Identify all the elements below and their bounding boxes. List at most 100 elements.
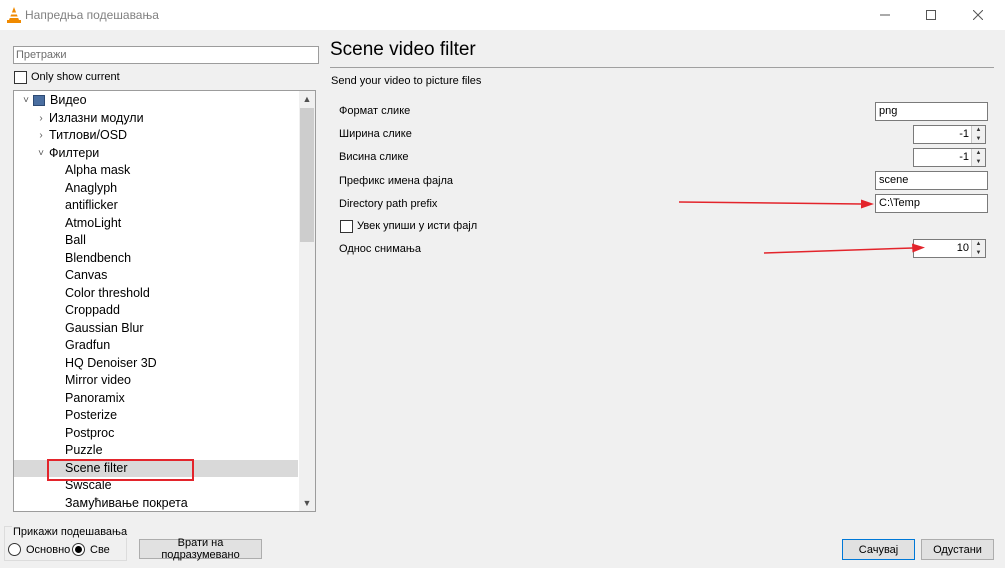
tree-item[interactable]: Anaglyph bbox=[14, 180, 298, 197]
radio-basic-label: Основно bbox=[26, 544, 71, 556]
radio-basic[interactable] bbox=[8, 543, 21, 556]
image-width-value: -1 bbox=[959, 128, 969, 140]
tree-item[interactable]: Gaussian Blur bbox=[14, 320, 298, 337]
always-same-file-label: Увек упиши у исти фајл bbox=[357, 220, 478, 232]
always-same-file-checkbox[interactable] bbox=[340, 220, 353, 233]
tree-item-label: Замућивање покрета bbox=[65, 495, 188, 510]
search-input[interactable] bbox=[13, 46, 319, 64]
tree-item[interactable]: Gradfun bbox=[14, 337, 298, 354]
tree-item[interactable]: Canvas bbox=[14, 267, 298, 284]
tree-item-label: AtmoLight bbox=[65, 215, 122, 230]
tree-item-label: Alpha mask bbox=[65, 163, 131, 177]
image-height-spinbox[interactable]: -1 ▲ ▼ bbox=[913, 148, 986, 167]
tree-item-label: Видео bbox=[50, 93, 87, 107]
recording-ratio-label: Однос снимања bbox=[339, 243, 421, 255]
tree-item-label: Panoramix bbox=[65, 390, 125, 405]
show-settings-legend: Прикажи подешавања bbox=[12, 526, 129, 538]
tree-item-label: HQ Denoiser 3D bbox=[65, 355, 157, 370]
tree-item-label: Излазни модули bbox=[49, 110, 144, 125]
only-show-current-checkbox[interactable] bbox=[14, 71, 27, 84]
chevron-down-icon[interactable]: ˅ bbox=[35, 145, 47, 162]
tree-item-label: Титлови/OSD bbox=[49, 128, 128, 142]
title-divider bbox=[330, 67, 994, 68]
tree-item-label: antiflicker bbox=[65, 198, 118, 212]
close-icon[interactable] bbox=[955, 0, 1001, 30]
tree-item[interactable]: HQ Denoiser 3D bbox=[14, 355, 298, 372]
image-width-label: Ширина слике bbox=[339, 128, 412, 140]
scroll-down-icon[interactable]: ▼ bbox=[299, 495, 315, 511]
tree-item[interactable]: ˅ Филтери bbox=[14, 145, 298, 162]
tree-item-label: Swscale bbox=[65, 478, 112, 492]
tree-scrollbar[interactable]: ▲ ▼ bbox=[299, 91, 315, 511]
spin-up-icon[interactable]: ▲ bbox=[972, 240, 985, 248]
panel-subtitle: Send your video to picture files bbox=[331, 75, 482, 87]
tree-item[interactable]: Mirror video bbox=[14, 372, 298, 389]
reset-defaults-button[interactable]: Врати на подразумевано bbox=[139, 537, 262, 561]
minimize-icon[interactable] bbox=[862, 0, 908, 30]
tree-item-label: Mirror video bbox=[65, 373, 131, 387]
spin-down-icon[interactable]: ▼ bbox=[972, 249, 985, 257]
spin-down-icon[interactable]: ▼ bbox=[972, 158, 985, 166]
image-format-field[interactable]: png bbox=[875, 102, 988, 121]
scroll-up-icon[interactable]: ▲ bbox=[299, 91, 315, 107]
panel-title: Scene video filter bbox=[330, 39, 476, 60]
tree-item-label: Scene filter bbox=[65, 460, 128, 475]
save-button[interactable]: Сачувај bbox=[842, 539, 915, 560]
image-format-label: Формат слике bbox=[339, 105, 411, 117]
tree-item[interactable]: AtmoLight bbox=[14, 215, 298, 232]
video-category-icon bbox=[33, 95, 45, 106]
tree-item-label: Gaussian Blur bbox=[65, 320, 144, 335]
tree-item-label: Anaglyph bbox=[65, 180, 118, 195]
tree-item-label: Blendbench bbox=[65, 250, 132, 265]
tree-item[interactable]: Postproc bbox=[14, 425, 298, 442]
radio-all-label: Све bbox=[90, 544, 110, 556]
tree-item-label: Postproc bbox=[65, 425, 115, 440]
spin-up-icon[interactable]: ▲ bbox=[972, 126, 985, 134]
cancel-button[interactable]: Одустани bbox=[921, 539, 994, 560]
tree-item[interactable]: Alpha mask bbox=[14, 162, 298, 179]
tree-item-label: Posterize bbox=[65, 408, 118, 422]
tree-item[interactable]: › Титлови/OSD bbox=[14, 127, 298, 144]
tree-item[interactable]: Scene filter bbox=[14, 459, 298, 477]
tree-item[interactable]: Blendbench bbox=[14, 250, 298, 267]
directory-path-field[interactable]: C:\Temp bbox=[875, 194, 988, 213]
tree-item[interactable]: Puzzle bbox=[14, 442, 298, 459]
image-width-spinbox[interactable]: -1 ▲ ▼ bbox=[913, 125, 986, 144]
chevron-right-icon[interactable]: › bbox=[35, 110, 47, 127]
scroll-thumb[interactable] bbox=[300, 108, 314, 242]
tree-item[interactable]: › Излазни модули bbox=[14, 110, 298, 127]
maximize-icon[interactable] bbox=[908, 0, 954, 30]
tree-item[interactable]: Croppadd bbox=[14, 302, 298, 319]
chevron-right-icon[interactable]: › bbox=[35, 127, 47, 144]
tree-item[interactable]: ˅ Видео bbox=[14, 92, 298, 109]
filename-prefix-label: Префикс имена фајла bbox=[339, 175, 454, 187]
spin-up-icon[interactable]: ▲ bbox=[972, 149, 985, 157]
title-bar: Напредња подешавања bbox=[0, 0, 1005, 30]
tree-item[interactable]: Ball bbox=[14, 232, 298, 249]
tree-item[interactable]: Posterize bbox=[14, 407, 298, 424]
filename-prefix-field[interactable]: scene bbox=[875, 171, 988, 190]
radio-all[interactable] bbox=[72, 543, 85, 556]
chevron-down-icon[interactable]: ˅ bbox=[20, 92, 32, 109]
image-height-label: Висина слике bbox=[339, 151, 409, 163]
recording-ratio-value: 10 bbox=[956, 242, 969, 254]
tree-item-label: Color threshold bbox=[65, 285, 150, 300]
tree-item-label: Gradfun bbox=[65, 338, 111, 352]
directory-path-label: Directory path prefix bbox=[339, 198, 438, 210]
tree-item[interactable]: Swscale bbox=[14, 477, 298, 494]
tree-item[interactable]: Color threshold bbox=[14, 285, 298, 302]
vlc-cone-icon bbox=[7, 7, 21, 23]
tree-item-label: Puzzle bbox=[65, 443, 103, 457]
tree-item[interactable]: Panoramix bbox=[14, 390, 298, 407]
only-show-current-label: Only show current bbox=[31, 71, 120, 83]
arrow-to-directory-path bbox=[678, 199, 874, 209]
recording-ratio-spinbox[interactable]: 10 ▲ ▼ bbox=[913, 239, 986, 258]
tree-item-label: Филтери bbox=[49, 145, 100, 160]
tree-item-label: Ball bbox=[65, 233, 86, 247]
tree-item[interactable]: antiflicker bbox=[14, 197, 298, 214]
spin-down-icon[interactable]: ▼ bbox=[972, 135, 985, 143]
image-height-value: -1 bbox=[959, 151, 969, 163]
settings-tree[interactable]: ˅ Видео › Излазни модули › Титлови/OSD ˅ Филтер… bbox=[13, 90, 316, 512]
tree-item-label: Canvas bbox=[65, 268, 108, 282]
tree-item[interactable]: Замућивање покрета bbox=[14, 495, 298, 512]
